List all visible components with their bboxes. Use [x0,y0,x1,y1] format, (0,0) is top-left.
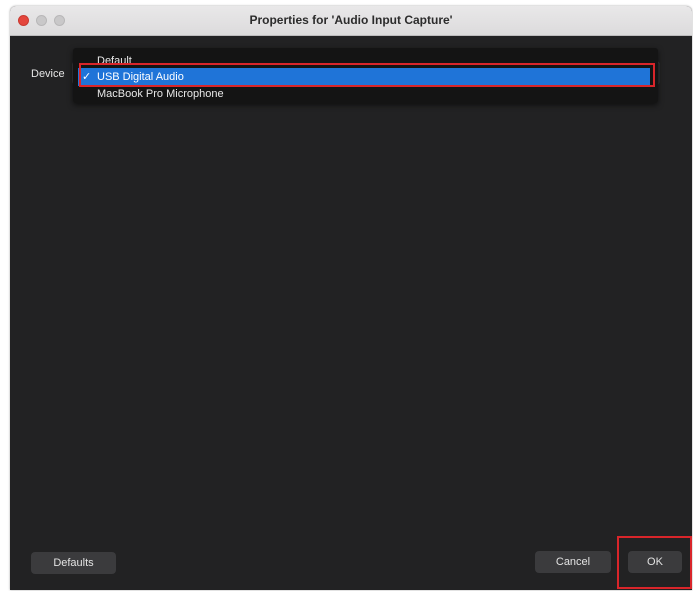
window-title: Properties for 'Audio Input Capture' [249,13,453,27]
annotation-highlight-ok-button [617,536,692,589]
cancel-button[interactable]: Cancel [535,551,611,573]
device-label: Device [31,68,65,80]
device-option-macbook-pro-microphone[interactable]: MacBook Pro Microphone [73,86,658,103]
device-option-label: MacBook Pro Microphone [97,88,224,100]
annotation-highlight-selected-option [79,63,655,87]
defaults-button[interactable]: Defaults [31,552,116,574]
title-bar[interactable]: Properties for 'Audio Input Capture' [10,6,692,36]
